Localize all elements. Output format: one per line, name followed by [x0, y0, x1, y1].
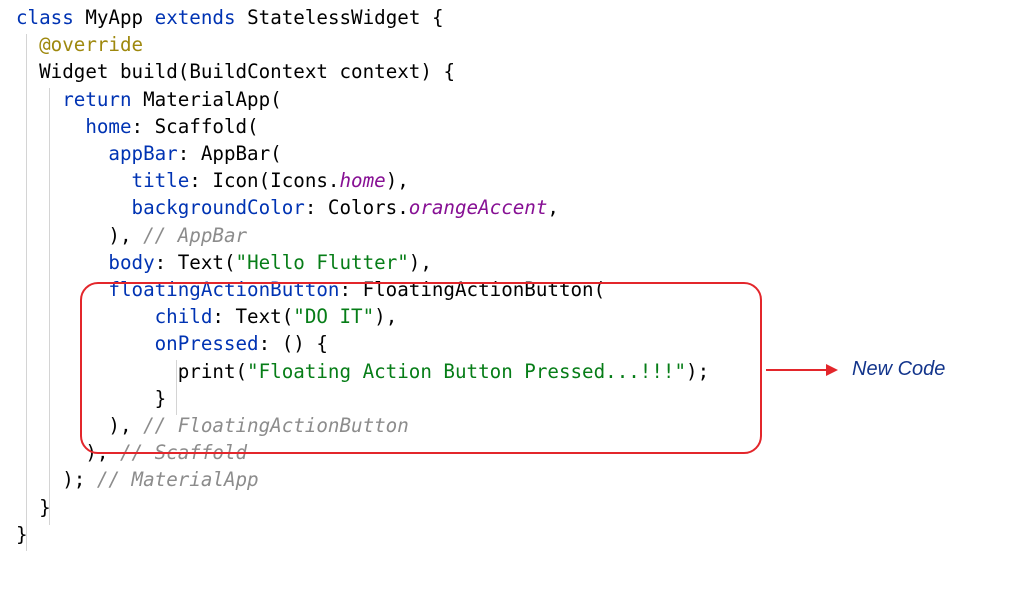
new-code-highlight-box: [80, 282, 762, 454]
param-bgcolor: backgroundColor: [132, 196, 305, 219]
comment-materialapp: // MaterialApp: [85, 468, 258, 491]
method-name: build: [120, 60, 178, 83]
indent-guide: [26, 34, 27, 551]
str-hello: "Hello Flutter": [236, 251, 409, 274]
annotation-label: New Code: [852, 358, 945, 381]
paren-brace: ) {: [420, 60, 455, 83]
arrow-line: [766, 369, 826, 371]
close-paren: );: [62, 468, 85, 491]
colors-orangeaccent: orangeAccent: [409, 196, 548, 219]
call: : Scaffold(: [132, 115, 259, 138]
call: MaterialApp(: [143, 88, 282, 111]
call-post: ),: [409, 251, 432, 274]
kw-extends: extends: [155, 6, 236, 29]
brace-open: {: [432, 6, 444, 29]
indent-guide: [49, 88, 50, 525]
call-post: ,: [547, 196, 559, 219]
icons-home: home: [339, 169, 385, 192]
close-paren: ),: [108, 224, 131, 247]
param-appbar: appBar: [108, 142, 177, 165]
arrow-head-icon: [826, 364, 838, 376]
kw-class: class: [16, 6, 74, 29]
param-home: home: [85, 115, 131, 138]
call-post: ),: [386, 169, 409, 192]
class-name: MyApp: [85, 6, 143, 29]
param-type: BuildContext: [189, 60, 328, 83]
super-name: StatelessWidget: [247, 6, 420, 29]
call-pre: : Text(: [155, 251, 236, 274]
annotation-override: @override: [39, 33, 143, 56]
annotation-arrow: New Code: [766, 358, 945, 381]
kw-return: return: [62, 88, 131, 111]
param-body: body: [108, 251, 154, 274]
call-pre: : Colors.: [305, 196, 409, 219]
call-pre: : Icon(Icons.: [189, 169, 339, 192]
param-title: title: [132, 169, 190, 192]
param-name: context: [340, 60, 421, 83]
comment-appbar: // AppBar: [132, 224, 248, 247]
call: : AppBar(: [178, 142, 282, 165]
ret-type: Widget: [39, 60, 108, 83]
